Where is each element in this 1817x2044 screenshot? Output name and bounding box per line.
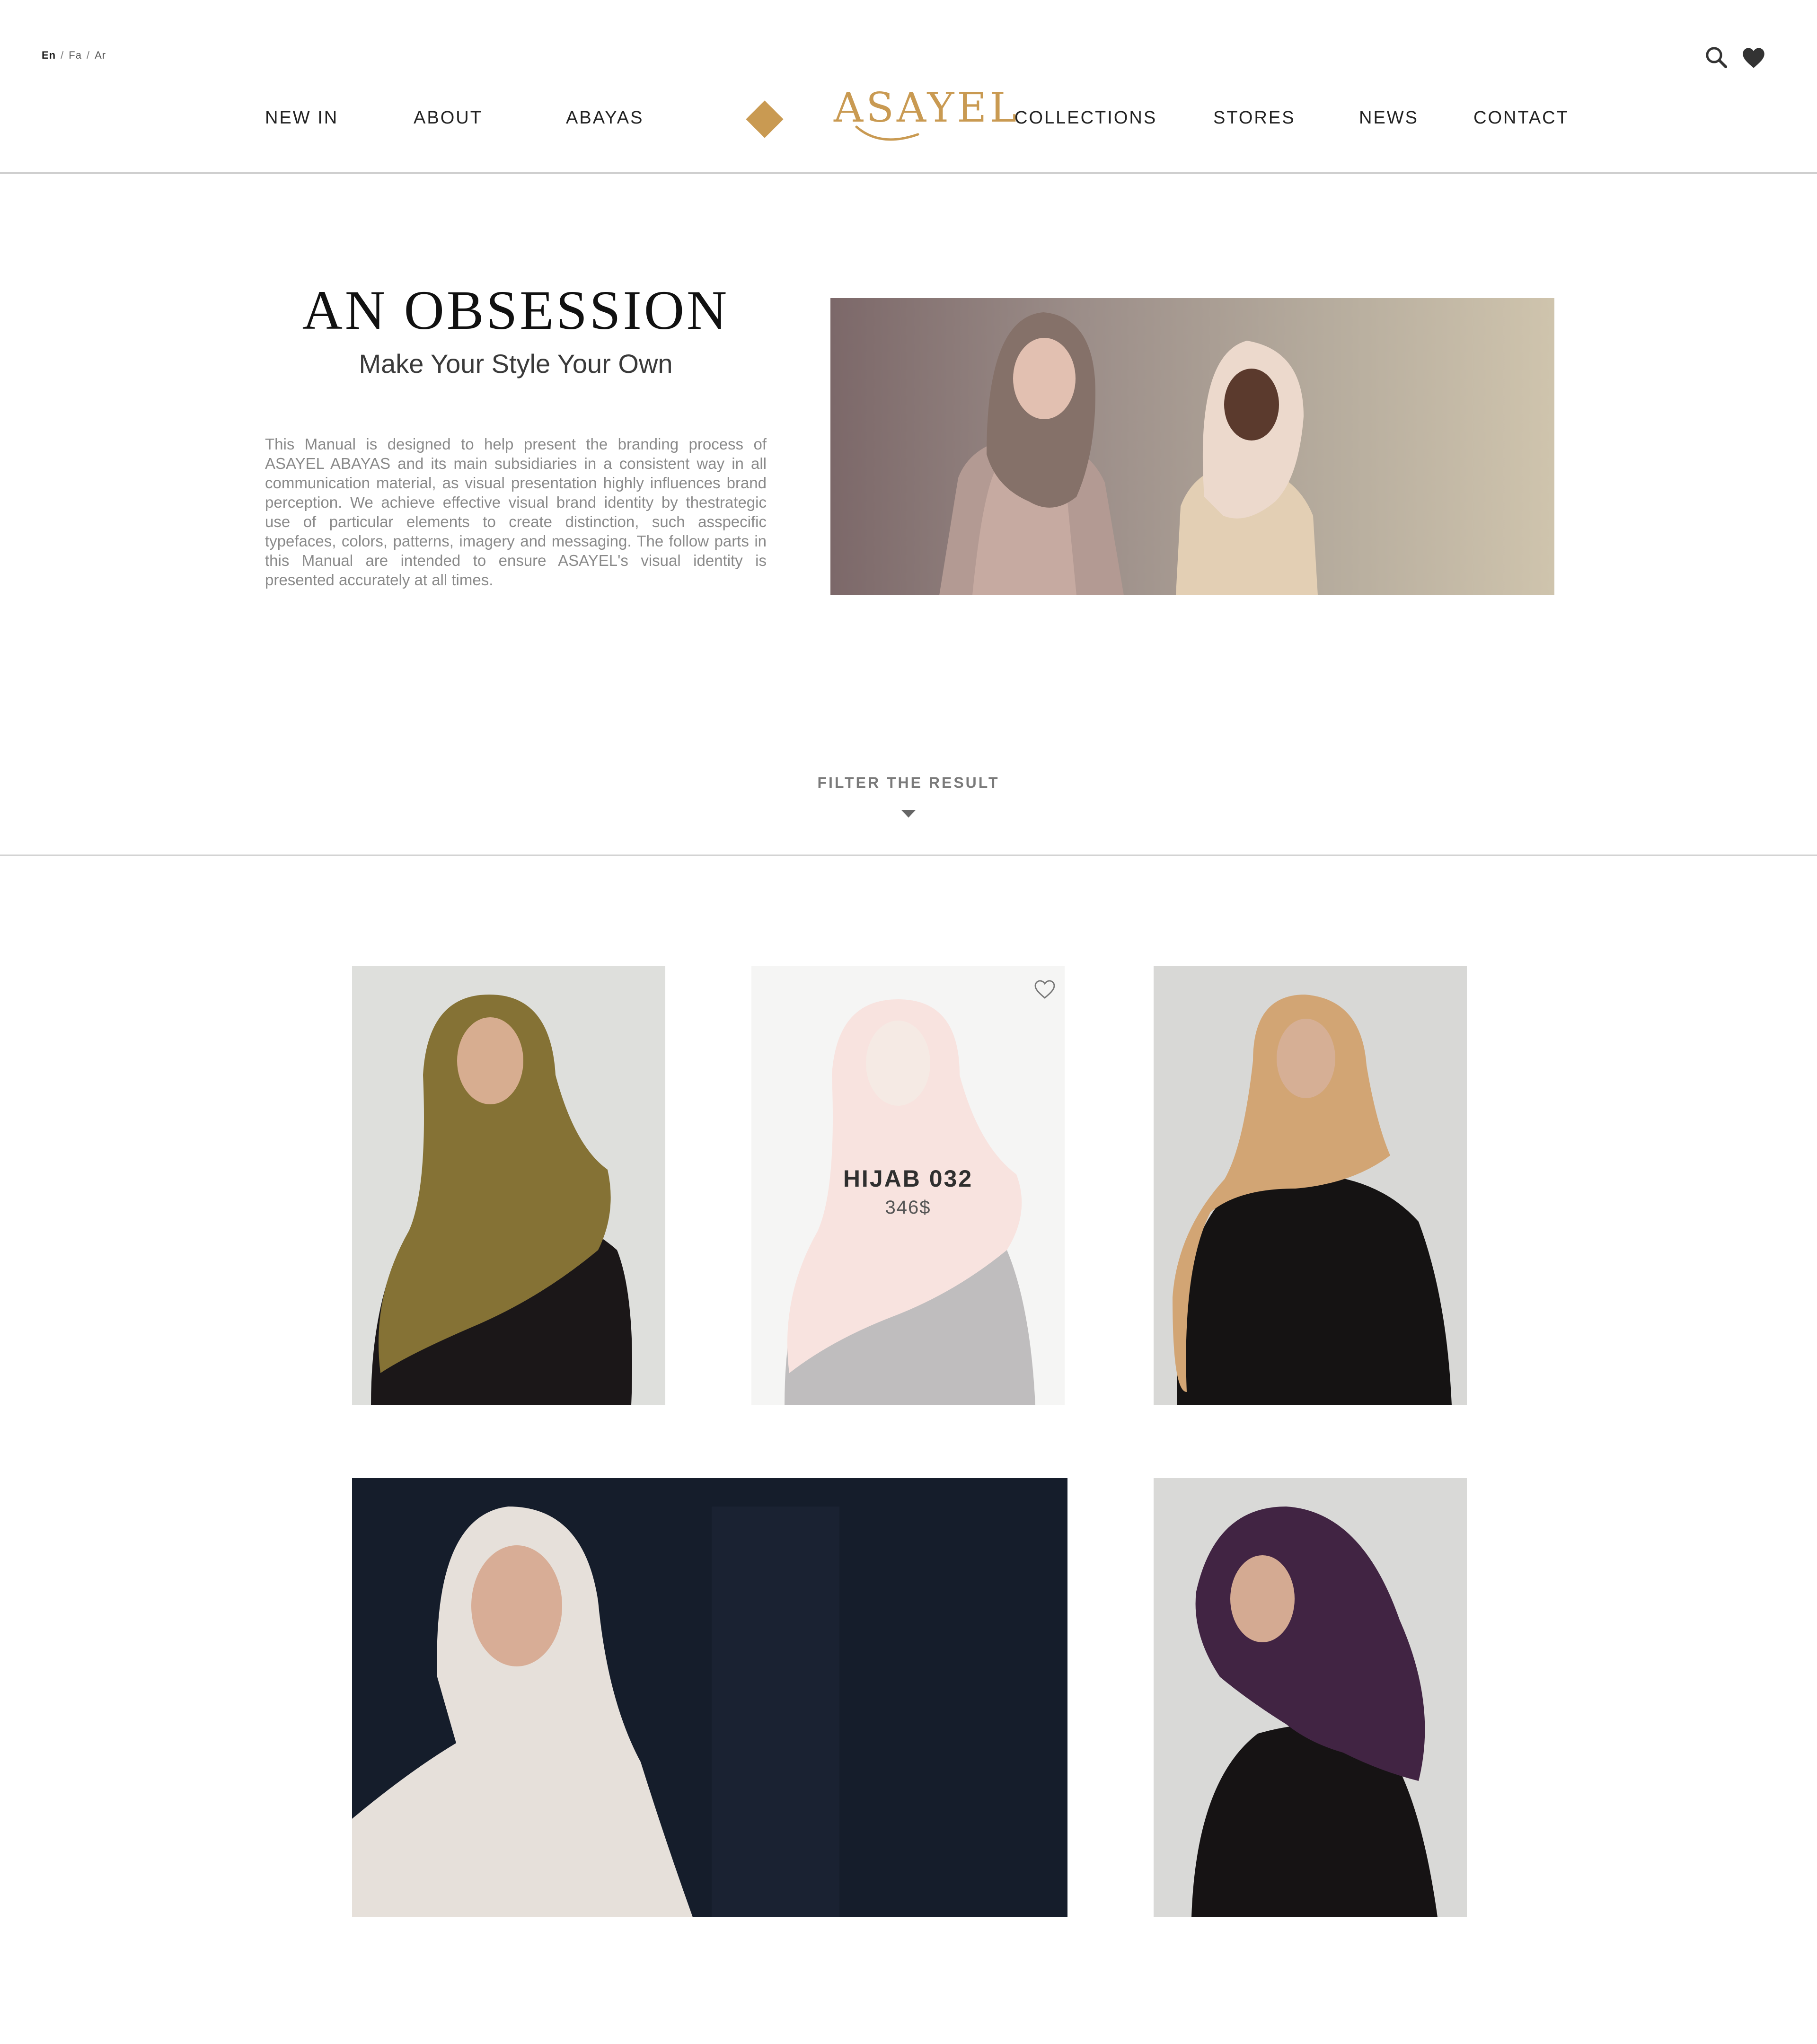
intro-subtitle: Make Your Style Your Own <box>359 349 673 379</box>
nav-collections[interactable]: COLLECTIONS <box>1014 108 1157 128</box>
heart-icon[interactable] <box>1741 46 1766 69</box>
intro-title: AN OBSESSION <box>302 279 730 341</box>
intro-body-text: This Manual is designed to help present … <box>265 435 767 589</box>
product-price: 346$ <box>885 1197 931 1218</box>
lang-ar[interactable]: Ar <box>95 49 106 61</box>
lang-en[interactable]: En <box>42 49 56 61</box>
nav-new-in[interactable]: NEW IN <box>265 108 338 128</box>
product-card[interactable] <box>1154 966 1467 1405</box>
banner-image-ivory-hijab <box>352 1478 1067 1917</box>
caret-down-icon[interactable] <box>901 810 916 818</box>
heart-outline-icon[interactable] <box>1033 978 1056 1000</box>
nav-news[interactable]: NEWS <box>1359 108 1419 128</box>
header-divider <box>0 172 1817 174</box>
hero-image <box>830 298 1554 595</box>
product-card[interactable] <box>1154 1478 1467 1917</box>
product-image-purple-hijab <box>1154 1478 1467 1917</box>
language-switcher: En / Fa / Ar <box>42 49 106 61</box>
product-name: HIJAB 032 <box>843 1165 973 1192</box>
nav-contact[interactable]: CONTACT <box>1473 108 1569 128</box>
product-card[interactable]: HIJAB 032 346$ <box>751 966 1065 1405</box>
product-image-beige-hijab <box>1154 966 1467 1405</box>
product-card[interactable] <box>352 966 665 1405</box>
nav-about[interactable]: ABOUT <box>414 108 483 128</box>
nav-abayas[interactable]: ABAYAS <box>566 108 644 128</box>
nav-stores[interactable]: STORES <box>1213 108 1296 128</box>
search-icon[interactable] <box>1703 44 1729 70</box>
logo-swoosh-icon <box>855 125 919 141</box>
filter-toggle[interactable]: FILTER THE RESULT <box>767 774 1050 792</box>
lang-fa[interactable]: Fa <box>69 49 82 61</box>
filter-divider <box>0 855 1817 856</box>
diamond-ornament <box>746 100 784 138</box>
product-image-olive-hijab <box>352 966 665 1405</box>
featured-banner[interactable] <box>352 1478 1067 1917</box>
